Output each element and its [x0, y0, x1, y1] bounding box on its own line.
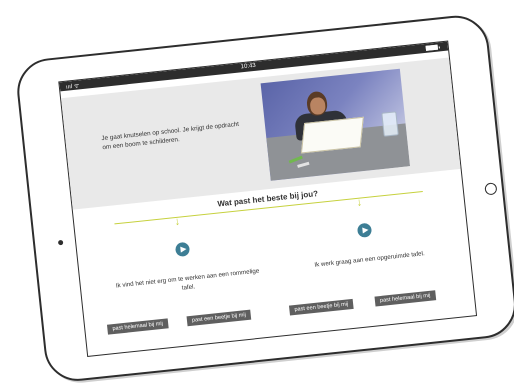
choice-left: ↓ Ik vind het niet erg om te werken aan …	[87, 206, 289, 350]
battery-icon	[425, 44, 439, 51]
tablet-body: ıııl ᯤ 10:43 Je gaat knutselen op school…	[14, 11, 514, 384]
choice-right: ↓ Ik werk graag aan een opgeruimde tafel…	[269, 187, 471, 331]
arrow-down-icon: ↓	[173, 215, 181, 229]
tablet-frame: ıııl ᯤ 10:43 Je gaat knutselen op school…	[14, 12, 514, 384]
scenario-text: Je gaat knutselen op school. Je krijgt d…	[101, 120, 240, 152]
answer-button-somewhat[interactable]: past een beetje bij mij	[288, 298, 354, 316]
front-camera	[57, 239, 64, 246]
tablet-screen: ıııl ᯤ 10:43 Je gaat knutselen op school…	[58, 40, 478, 357]
answer-button-fully[interactable]: past helemaal bij mij	[106, 318, 169, 335]
play-audio-icon[interactable]	[356, 222, 373, 238]
home-button[interactable]	[484, 182, 498, 196]
scenario-photo	[260, 68, 411, 181]
choice-text: Ik werk graag aan een opgeruimde tafel.	[314, 250, 426, 269]
answer-button-fully[interactable]: past helemaal bij mij	[374, 290, 436, 307]
photo-water-jar	[381, 111, 399, 137]
arrow-down-icon: ↓	[355, 196, 363, 209]
tablet-device: ıııl ᯤ 10:43 Je gaat knutselen op school…	[14, 12, 514, 384]
status-time: 10:43	[240, 62, 257, 71]
play-audio-icon[interactable]	[174, 241, 191, 258]
signal-icon: ıııl ᯤ	[65, 83, 80, 91]
answer-button-somewhat[interactable]: past een beetje bij mij	[186, 309, 252, 327]
choice-text: Ik vind het niet erg om te werken aan ee…	[115, 267, 260, 292]
